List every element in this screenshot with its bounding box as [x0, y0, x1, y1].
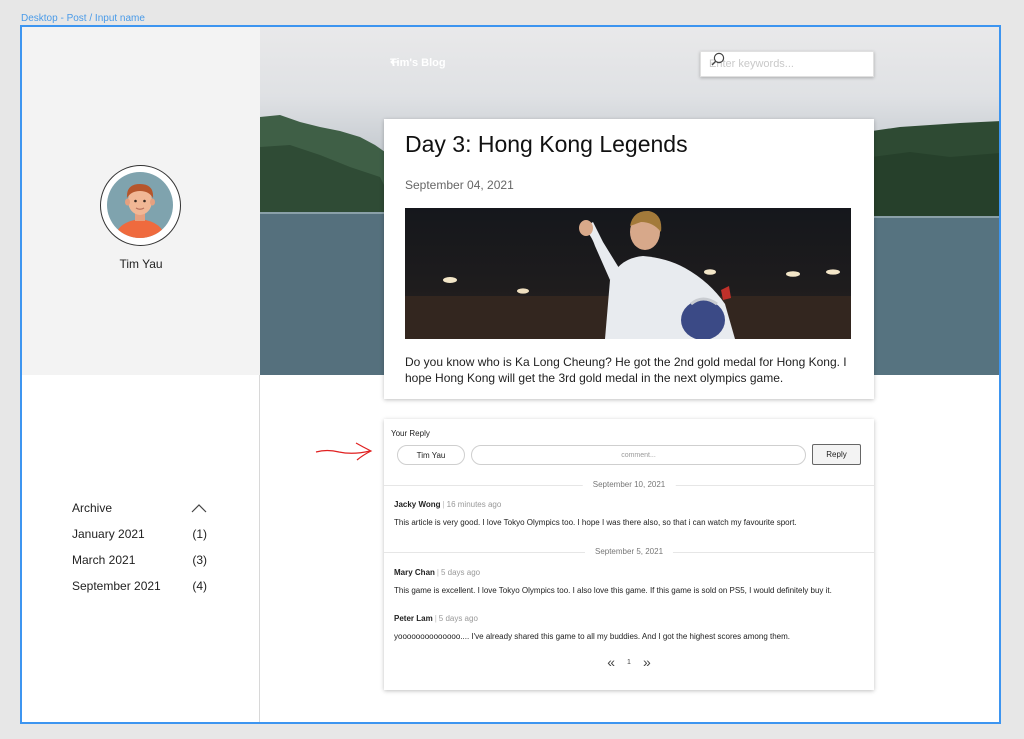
date-divider-label: September 10, 2021	[582, 480, 676, 489]
frame-label: Desktop - Post / Input name	[21, 13, 145, 24]
comment-time: 16 minutes ago	[446, 500, 502, 509]
comment-item: Mary Chan | 5 days ago This game is excell…	[394, 568, 864, 595]
comments-card: Your Reply Tim Yau Reply September 10, 2…	[384, 419, 874, 690]
profile-name: Tim Yau	[119, 257, 163, 271]
reply-button[interactable]: Reply	[812, 444, 861, 465]
comment-author[interactable]: Mary Chan	[394, 568, 435, 577]
comment-author[interactable]: Jacky Wong	[394, 500, 441, 509]
archive-item-count: (4)	[192, 579, 207, 593]
date-divider: September 10, 2021	[384, 480, 874, 490]
desktop-frame: Tim Yau Archive January 2021 (1) March 2…	[20, 25, 1001, 724]
post-date: September 04, 2021	[405, 178, 514, 192]
comment-input[interactable]	[471, 445, 806, 465]
comment-time: 5 days ago	[438, 614, 478, 623]
archive-item-march-2021[interactable]: March 2021 (3)	[72, 553, 207, 567]
comment-item: Peter Lam | 5 days ago yoooooooooooooo....…	[394, 614, 864, 641]
avatar-ring	[100, 165, 181, 246]
pagination-prev-icon[interactable]: «	[607, 655, 615, 669]
comment-text: yoooooooooooooo.... I've already shared …	[394, 632, 790, 641]
comment-author[interactable]: Peter Lam	[394, 614, 433, 623]
comment-text: This game is excellent. I love Tokyo Oly…	[394, 586, 832, 595]
archive-item-label: January 2021	[72, 527, 145, 541]
archive-item-january-2021[interactable]: January 2021 (1)	[72, 527, 207, 541]
reply-label: Your Reply	[391, 429, 430, 438]
sidebar: Tim Yau Archive January 2021 (1) March 2…	[22, 27, 260, 722]
archive-item-label: September 2021	[72, 579, 161, 593]
pagination: « 1 »	[384, 655, 874, 669]
reply-name-field[interactable]: Tim Yau	[397, 445, 465, 465]
archive-item-count: (1)	[192, 527, 207, 541]
search-box	[700, 51, 874, 77]
archive-item-label: March 2021	[72, 553, 136, 567]
pagination-page[interactable]: 1	[627, 659, 631, 666]
article-card: Day 3: Hong Kong Legends September 04, 2…	[384, 119, 874, 399]
pagination-next-icon[interactable]: »	[643, 655, 651, 669]
back-link[interactable]: Tim's Blog	[390, 57, 446, 69]
comment-item: Jacky Wong | 16 minutes ago This article i…	[394, 500, 864, 527]
post-body: Do you know who is Ka Long Cheung? He go…	[405, 355, 847, 385]
archive-header[interactable]: Archive	[72, 501, 207, 515]
post-title: Day 3: Hong Kong Legends	[405, 131, 688, 157]
archive-section: Archive January 2021 (1) March 2021 (3) …	[72, 501, 207, 605]
archive-title: Archive	[72, 501, 113, 515]
comment-time: 5 days ago	[440, 568, 481, 577]
post-image	[405, 208, 851, 339]
archive-item-count: (3)	[192, 553, 207, 567]
annotation-arrow-icon	[315, 442, 373, 461]
chevron-up-icon[interactable]	[191, 503, 207, 513]
avatar	[107, 172, 173, 238]
archive-item-september-2021[interactable]: September 2021 (4)	[72, 579, 207, 593]
date-divider: September 5, 2021	[384, 547, 874, 557]
search-input[interactable]	[709, 58, 849, 70]
date-divider-label: September 5, 2021	[584, 547, 674, 556]
comment-text: This article is very good. I love Tokyo …	[394, 518, 797, 527]
search-icon	[711, 52, 725, 66]
profile-panel: Tim Yau	[22, 27, 260, 375]
arrow-left-icon	[390, 58, 399, 66]
